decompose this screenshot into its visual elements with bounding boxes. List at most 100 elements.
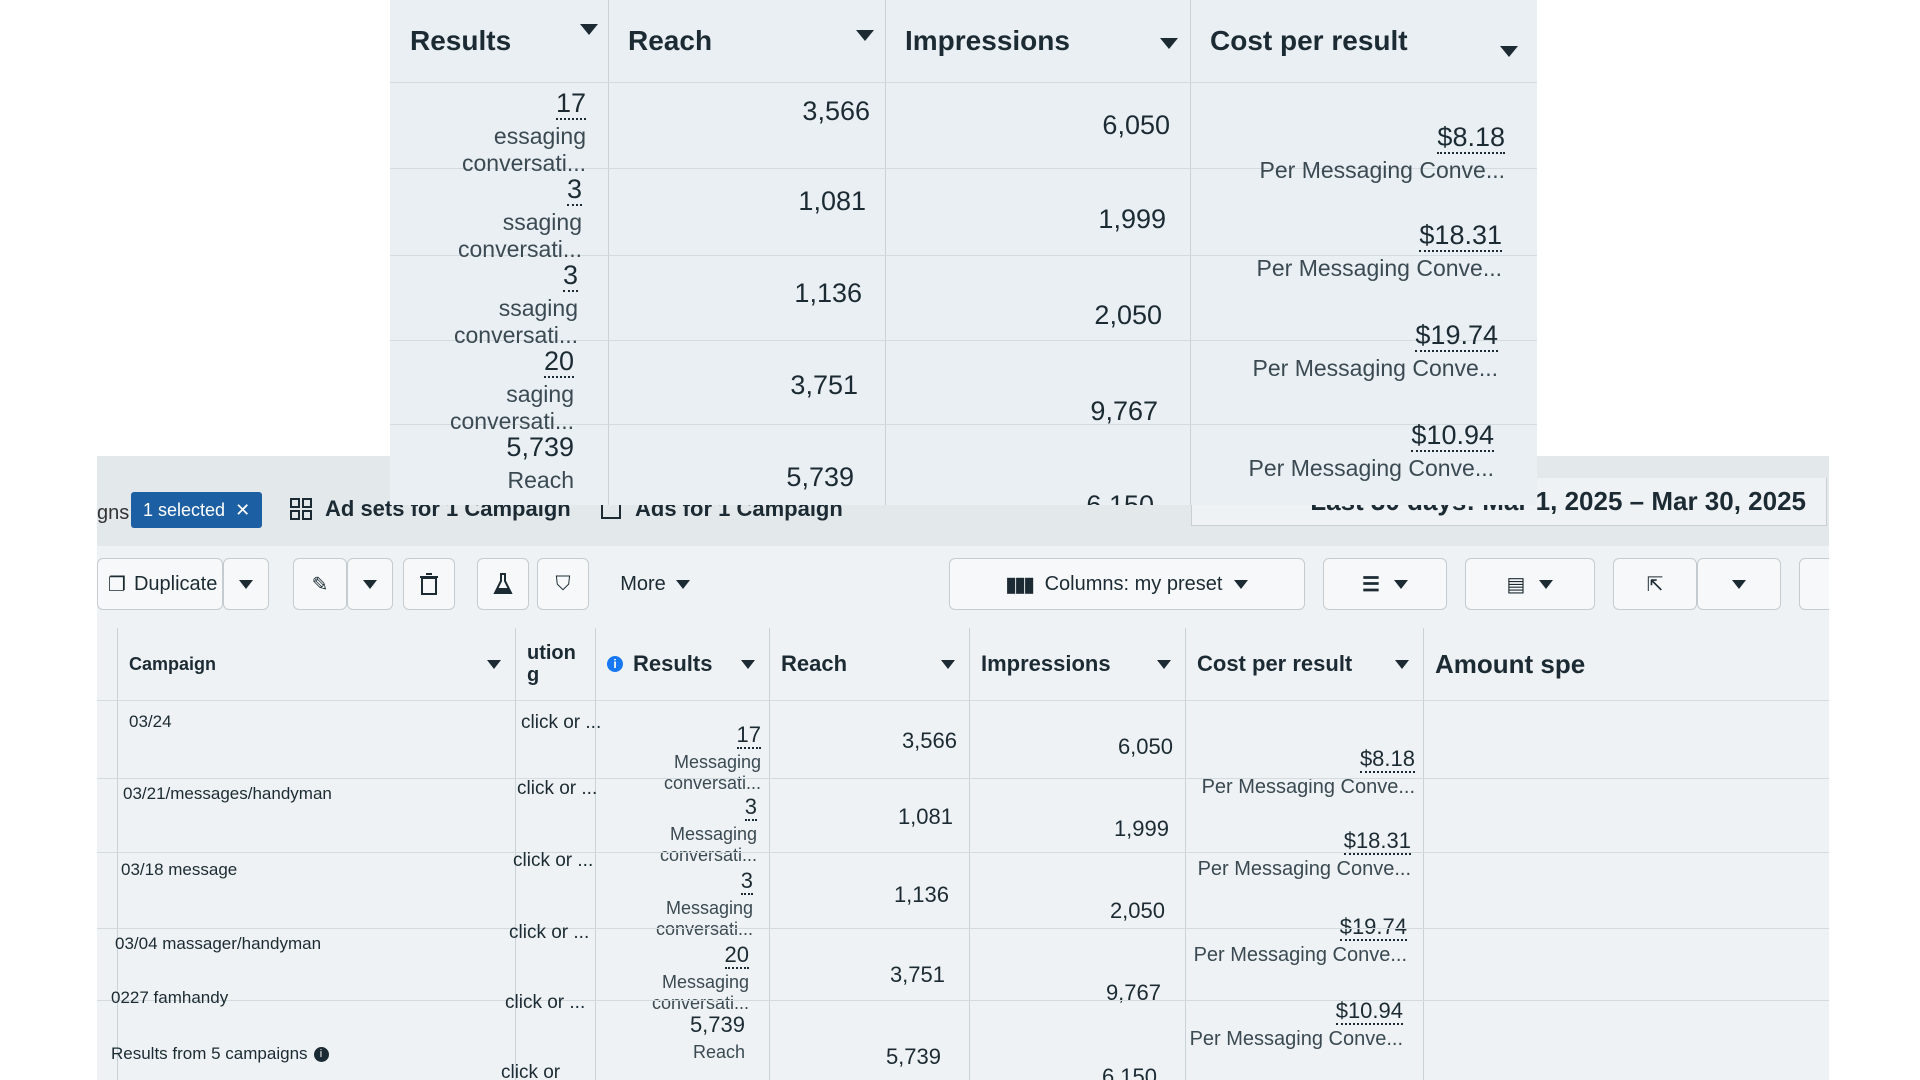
- campaign-column-header[interactable]: Campaign: [117, 628, 515, 700]
- results-value[interactable]: 20: [724, 942, 749, 969]
- cost-cell: $18.31 Per Messaging Conve...: [1187, 828, 1411, 881]
- zoom-reach-header[interactable]: Reach: [608, 0, 885, 82]
- chevron-down-icon[interactable]: [856, 30, 874, 41]
- zoom-results-value[interactable]: 3: [562, 260, 578, 292]
- zoom-results-cell: 3 ssaging conversati...: [390, 174, 582, 263]
- more-label: More: [620, 572, 666, 595]
- duplicate-dropdown[interactable]: [223, 558, 269, 610]
- tag-button[interactable]: ⛉: [537, 558, 589, 610]
- results-column-header[interactable]: i Results: [595, 628, 769, 700]
- zoom-cost-cell: $10.94 Per Messaging Conve...: [1194, 420, 1494, 482]
- cost-value[interactable]: $18.31: [1343, 828, 1411, 855]
- zoom-results-cell: 3 ssaging conversati...: [390, 260, 578, 349]
- attribution-setting: click or ...: [521, 712, 602, 733]
- zoom-results-header[interactable]: Results: [390, 0, 608, 82]
- zoom-summary-results-cell: 5,739 Reach: [390, 432, 574, 494]
- close-icon[interactable]: ✕: [235, 500, 250, 521]
- tag-icon: ⛉: [555, 572, 571, 595]
- chevron-down-icon: [741, 660, 755, 669]
- zoom-reach-value: 3,751: [790, 370, 858, 400]
- zoom-cost-value[interactable]: $10.94: [1411, 420, 1494, 452]
- impressions-value: 6,050: [1117, 734, 1173, 759]
- zoom-results-value[interactable]: 17: [555, 88, 586, 120]
- cost-column-header[interactable]: Cost per result: [1185, 628, 1423, 700]
- zoom-summary-impressions: 6,150: [1086, 490, 1154, 505]
- zoom-result-type: saging conversati...: [450, 381, 574, 434]
- results-cell: 3 Messaging conversati...: [593, 868, 753, 940]
- overflow-button[interactable]: [1799, 558, 1829, 610]
- campaign-header-label: Campaign: [129, 653, 217, 674]
- campaign-name[interactable]: 03/04 massager/handyman: [115, 934, 321, 954]
- results-value[interactable]: 3: [744, 794, 757, 821]
- columns-button[interactable]: ▮▮▮ Columns: my preset: [949, 558, 1305, 610]
- zoom-impressions-value: 6,050: [1102, 110, 1170, 140]
- zoom-impressions-header[interactable]: Impressions: [885, 0, 1190, 82]
- campaign-name[interactable]: 0227 famhandy: [111, 988, 228, 1008]
- duplicate-label: Duplicate: [133, 572, 218, 595]
- flask-icon: [493, 573, 513, 594]
- chevron-down-icon[interactable]: [1500, 46, 1518, 57]
- duplicate-button[interactable]: ❐ Duplicate: [97, 558, 223, 610]
- cost-value[interactable]: $8.18: [1359, 746, 1415, 773]
- result-type: Messaging conversati...: [659, 824, 757, 865]
- zoom-cost-value[interactable]: $19.74: [1415, 320, 1498, 352]
- zoom-reach-label: Reach: [628, 25, 713, 56]
- reach-header-label: Reach: [781, 651, 848, 676]
- campaigns-tab-label[interactable]: gns: [97, 502, 129, 525]
- delete-button[interactable]: [403, 558, 455, 610]
- chevron-down-icon[interactable]: [1160, 38, 1178, 49]
- edit-dropdown[interactable]: [347, 558, 393, 610]
- campaign-name[interactable]: 03/24: [129, 712, 172, 732]
- cost-cell: $10.94 Per Messaging Conve...: [1179, 998, 1403, 1051]
- summary-results: 5,739: [689, 1012, 745, 1037]
- reach-column-header[interactable]: Reach: [769, 628, 969, 700]
- chevron-down-icon: [1395, 660, 1409, 669]
- campaign-name[interactable]: 03/21/messages/handyman: [123, 784, 332, 804]
- zoom-summary-result-type: Reach: [507, 467, 574, 493]
- zoom-cost-header[interactable]: Cost per result: [1190, 0, 1537, 82]
- selected-chip[interactable]: 1 selected ✕: [131, 492, 263, 528]
- zoom-summary-reach: 5,739: [786, 462, 854, 492]
- results-value[interactable]: 17: [736, 722, 761, 749]
- attribution-column-header[interactable]: ution g: [515, 628, 595, 700]
- attribution-setting: click or ...: [509, 922, 590, 943]
- zoom-results-value[interactable]: 3: [566, 174, 582, 206]
- toolbar: ❐ Duplicate ✎ ⛉ More ▮▮▮ Columns: my pre…: [97, 548, 1829, 618]
- info-icon[interactable]: i: [313, 1046, 329, 1062]
- results-value[interactable]: 3: [740, 868, 753, 895]
- chevron-down-icon: [363, 579, 377, 589]
- summary-attribution: click or: [501, 1062, 561, 1080]
- chevron-down-icon: [239, 579, 253, 589]
- more-button[interactable]: More: [603, 558, 707, 610]
- reports-button[interactable]: ▤: [1465, 558, 1595, 610]
- zoom-results-cell: 17 essaging conversati...: [390, 88, 586, 177]
- export-button[interactable]: ⇱: [1613, 558, 1697, 610]
- zoom-cost-label: Cost per result: [1210, 25, 1408, 56]
- impressions-value: 2,050: [1109, 898, 1165, 923]
- cost-type: Per Messaging Conve...: [1193, 944, 1407, 966]
- zoom-cost-value[interactable]: $8.18: [1437, 122, 1505, 154]
- zoom-reach-value: 3,566: [802, 96, 870, 126]
- summary-impressions: 6,150: [1101, 1064, 1157, 1080]
- reach-value: 1,081: [897, 804, 953, 829]
- chevron-down-icon: [487, 660, 501, 669]
- zoom-results-value[interactable]: 20: [543, 346, 574, 378]
- export-dropdown[interactable]: [1697, 558, 1781, 610]
- copy-icon: ❐: [108, 573, 126, 596]
- edit-button[interactable]: ✎: [293, 558, 347, 610]
- cost-value[interactable]: $10.94: [1335, 998, 1403, 1025]
- breakdown-button[interactable]: ☰: [1323, 558, 1447, 610]
- impressions-column-header[interactable]: Impressions: [969, 628, 1185, 700]
- zoom-cost-value[interactable]: $18.31: [1419, 220, 1502, 252]
- impressions-value: 1,999: [1113, 816, 1169, 841]
- chevron-down-icon[interactable]: [580, 24, 598, 35]
- selected-count: 1 selected: [143, 499, 226, 520]
- campaign-name[interactable]: 03/18 message: [121, 860, 237, 880]
- summary-label: Results from 5 campaigns: [111, 1044, 308, 1063]
- amount-spent-column-header[interactable]: Amount spe: [1423, 628, 1829, 700]
- cost-header-label: Cost per result: [1197, 651, 1353, 676]
- ab-test-button[interactable]: [477, 558, 529, 610]
- result-type: Messaging conversati...: [655, 898, 753, 939]
- attribution-setting: click or ...: [517, 778, 598, 799]
- summary-result-type: Reach: [692, 1042, 745, 1062]
